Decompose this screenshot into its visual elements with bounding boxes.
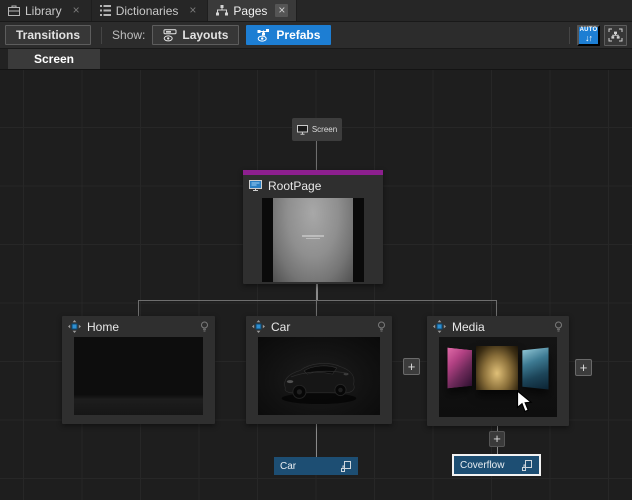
prefab-placeholder-icon xyxy=(522,459,532,471)
add-sibling-button-car[interactable]: + xyxy=(403,358,420,375)
node-label: Car xyxy=(271,319,291,334)
close-icon[interactable]: × xyxy=(275,4,289,17)
coverflow-image-right xyxy=(522,347,549,390)
show-label: Show: xyxy=(112,28,146,42)
node-label: Screen xyxy=(311,125,338,134)
context-tab-bar: Screen xyxy=(0,49,632,70)
node-media[interactable]: Media xyxy=(427,316,569,426)
rootpage-preview xyxy=(262,198,364,282)
prefabs-eye-icon xyxy=(257,28,270,42)
tab-label: Dictionaries xyxy=(115,3,179,18)
prefabs-toggle-button[interactable]: Prefabs xyxy=(246,25,332,45)
prefabs-label: Prefabs xyxy=(276,28,321,42)
tab-label: Library xyxy=(25,3,62,18)
reference-chip-coverflow[interactable]: Coverflow xyxy=(452,454,541,476)
prefab-icon xyxy=(252,320,265,333)
layouts-label: Layouts xyxy=(182,28,229,42)
close-icon[interactable]: × xyxy=(186,4,199,17)
lightbulb-icon[interactable] xyxy=(377,321,386,333)
transitions-button[interactable]: Transitions xyxy=(5,25,92,45)
connector xyxy=(138,300,497,301)
tab-screen-context[interactable]: Screen xyxy=(8,49,100,69)
node-label: RootPage xyxy=(268,178,322,193)
tree-icon xyxy=(216,5,229,16)
close-icon[interactable]: × xyxy=(70,4,83,17)
prefab-placeholder-icon xyxy=(341,460,351,472)
connector xyxy=(316,300,317,316)
media-preview xyxy=(439,337,557,417)
monitor-icon xyxy=(296,124,308,135)
node-car[interactable]: Car xyxy=(246,316,392,424)
layouts-toggle-button[interactable]: Layouts xyxy=(152,25,240,45)
auto-arrange-button[interactable]: AUTO ↓↑ xyxy=(577,24,600,46)
reference-label: Coverflow xyxy=(460,459,505,471)
prefab-icon xyxy=(433,320,446,333)
page-graph-canvas[interactable]: Screen RootPage Home Car Media + + + Car… xyxy=(0,70,632,500)
list-icon xyxy=(99,5,111,16)
fit-to-view-button[interactable] xyxy=(604,24,627,46)
rootpage-preview-caption xyxy=(302,234,324,239)
tab-label: Pages xyxy=(233,3,268,18)
add-sibling-button-media[interactable]: + xyxy=(575,359,592,376)
connector xyxy=(316,284,318,300)
tab-dictionaries[interactable]: Dictionaries × xyxy=(92,0,209,21)
fit-to-view-icon xyxy=(608,28,623,42)
lightbulb-icon[interactable] xyxy=(554,321,563,333)
mouse-cursor xyxy=(516,390,533,413)
layouts-eye-icon xyxy=(163,28,177,41)
node-label: Media xyxy=(452,319,485,334)
home-preview xyxy=(74,337,203,415)
toolbar-separator xyxy=(101,26,103,44)
tab-library[interactable]: Library × xyxy=(0,0,92,21)
tab-pages[interactable]: Pages × xyxy=(208,0,298,21)
connector xyxy=(138,300,139,316)
toolbox-icon xyxy=(8,5,20,16)
coverflow-image-center xyxy=(476,346,518,390)
toolbar-separator xyxy=(569,26,570,44)
prefab-icon xyxy=(68,320,81,333)
node-rootpage[interactable]: RootPage xyxy=(243,170,383,284)
add-child-button-media[interactable]: + xyxy=(489,431,505,447)
reference-label: Car xyxy=(280,460,297,472)
connector xyxy=(316,424,317,457)
auto-arrows-icon: ↓↑ xyxy=(585,33,593,43)
document-tab-bar: Library × Dictionaries × Pages × xyxy=(0,0,632,22)
lightbulb-icon[interactable] xyxy=(200,321,209,333)
connector xyxy=(316,141,317,170)
reference-chip-car[interactable]: Car xyxy=(274,457,358,475)
coverflow-image-left xyxy=(447,347,472,389)
page-monitor-icon xyxy=(249,180,262,191)
car-image xyxy=(281,363,357,404)
pages-toolbar: Transitions Show: Layouts Prefabs AUTO ↓… xyxy=(0,22,632,49)
node-home[interactable]: Home xyxy=(62,316,215,424)
node-screen[interactable]: Screen xyxy=(292,118,342,141)
connector xyxy=(496,300,497,316)
car-preview xyxy=(258,337,380,415)
node-label: Home xyxy=(87,319,120,334)
